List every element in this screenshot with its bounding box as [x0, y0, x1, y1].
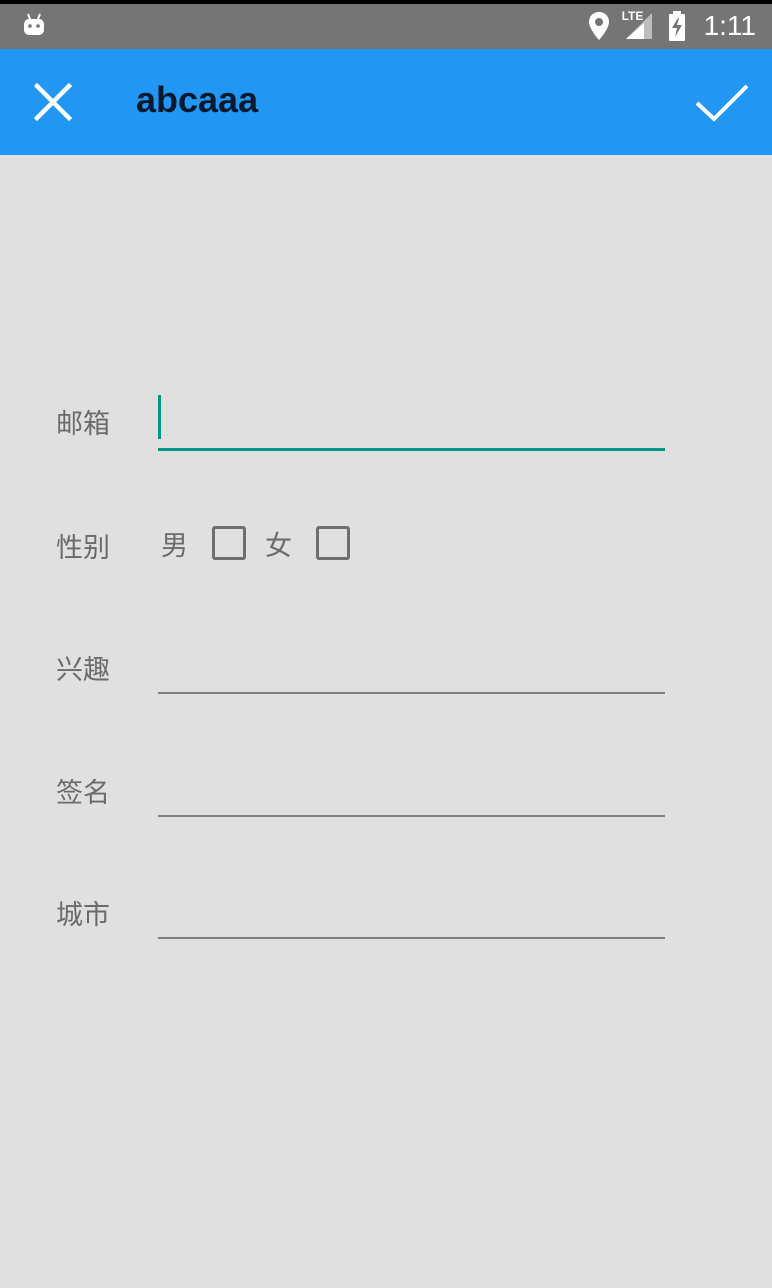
gender-female-label: 女 — [265, 530, 292, 562]
signal-icon — [625, 13, 652, 39]
close-button[interactable] — [28, 77, 78, 127]
status-bar: LTE 1:11 — [0, 0, 772, 49]
page-title: abcaaa — [136, 79, 259, 120]
city-field[interactable] — [158, 879, 665, 939]
app-bar: abcaaa — [0, 49, 772, 155]
hobby-label: 兴趣 — [56, 655, 110, 686]
email-field[interactable] — [158, 391, 665, 451]
hobby-field[interactable] — [158, 634, 665, 694]
gender-options: 男 女 — [158, 522, 350, 564]
location-icon — [588, 12, 609, 40]
check-icon — [695, 84, 749, 122]
email-label: 邮箱 — [56, 409, 110, 440]
battery-charging-icon — [668, 11, 685, 41]
android-icon — [24, 13, 44, 35]
close-icon — [34, 83, 72, 121]
text-cursor — [158, 395, 161, 439]
status-time: 1:11 — [703, 10, 756, 41]
signal-indicator: LTE — [622, 9, 656, 41]
gender-female-checkbox[interactable] — [316, 526, 350, 560]
confirm-button[interactable] — [694, 75, 750, 131]
signature-label: 签名 — [56, 778, 110, 809]
gender-male-label: 男 — [161, 530, 188, 562]
gender-label: 性别 — [56, 533, 110, 564]
gender-male-checkbox[interactable] — [212, 526, 246, 560]
status-bar-edge — [0, 0, 772, 4]
signature-field[interactable] — [158, 757, 665, 817]
city-label: 城市 — [56, 900, 110, 931]
status-icons: LTE 1:11 — [588, 8, 756, 44]
